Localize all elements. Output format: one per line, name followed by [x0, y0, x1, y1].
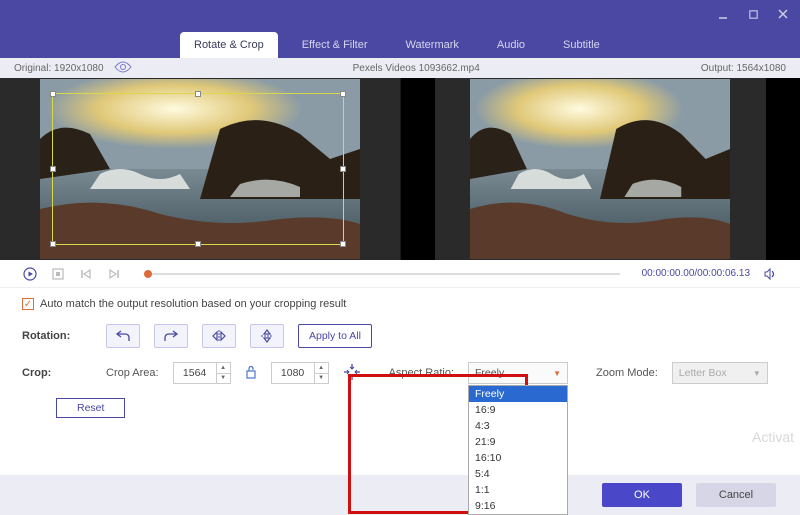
aspect-option-5-4[interactable]: 5:4 — [469, 466, 567, 482]
infobar: Original: 1920x1080 Pexels Videos 109366… — [0, 58, 800, 78]
reset-button[interactable]: Reset — [56, 398, 125, 418]
preview-eye-icon[interactable] — [114, 61, 132, 76]
titlebar — [0, 0, 800, 28]
play-button[interactable] — [22, 266, 38, 282]
aspect-option-21-9[interactable]: 21:9 — [469, 434, 567, 450]
flip-horizontal-button[interactable] — [202, 324, 236, 348]
stop-button[interactable] — [50, 266, 66, 282]
zoom-mode-label: Zoom Mode: — [596, 367, 658, 379]
rotate-left-button[interactable] — [106, 324, 140, 348]
aspect-option-16-10[interactable]: 16:10 — [469, 450, 567, 466]
preview-original[interactable] — [0, 78, 400, 260]
aspect-option-9-16[interactable]: 9:16 — [469, 498, 567, 514]
original-label: Original: 1920x1080 — [14, 63, 104, 74]
minimize-button[interactable] — [716, 7, 730, 21]
crop-width-up[interactable]: ▲ — [217, 363, 230, 374]
crop-label: Crop: — [22, 367, 92, 379]
tabs: Rotate & Crop Effect & Filter Watermark … — [0, 28, 800, 58]
filename: Pexels Videos 1093662.mp4 — [353, 63, 480, 74]
crop-area-label: Crop Area: — [106, 367, 159, 379]
crop-width-input[interactable]: 1564 ▲▼ — [173, 362, 231, 384]
tab-rotate-crop[interactable]: Rotate & Crop — [180, 32, 278, 58]
crop-height-down[interactable]: ▼ — [315, 374, 328, 384]
crop-height-up[interactable]: ▲ — [315, 363, 328, 374]
controls-panel: ✓ Auto match the output resolution based… — [0, 288, 800, 475]
windows-activation-watermark: Activat — [752, 429, 794, 445]
timecode: 00:00:00.00/00:00:06.13 — [642, 268, 750, 279]
auto-match-checkbox[interactable]: ✓ — [22, 298, 34, 310]
auto-match-label: Auto match the output resolution based o… — [40, 298, 346, 310]
aspect-option-freely[interactable]: Freely — [469, 386, 567, 402]
cancel-button[interactable]: Cancel — [696, 483, 776, 507]
ok-button[interactable]: OK — [602, 483, 682, 507]
tab-subtitle[interactable]: Subtitle — [549, 32, 614, 58]
footer: OK Cancel — [0, 475, 800, 515]
tab-effect-filter[interactable]: Effect & Filter — [288, 32, 382, 58]
aspect-ratio-select[interactable]: Freely▼ Freely 16:9 4:3 21:9 16:10 5:4 1… — [468, 362, 568, 384]
rotate-right-button[interactable] — [154, 324, 188, 348]
lock-aspect-icon[interactable] — [245, 365, 257, 382]
prev-frame-button[interactable] — [78, 266, 94, 282]
close-button[interactable] — [776, 7, 790, 21]
output-label: Output: 1564x1080 — [701, 63, 786, 74]
next-frame-button[interactable] — [106, 266, 122, 282]
preview-area — [0, 78, 800, 260]
playback-bar: 00:00:00.00/00:00:06.13 — [0, 260, 800, 288]
volume-icon[interactable] — [762, 266, 778, 282]
tab-audio[interactable]: Audio — [483, 32, 539, 58]
crop-rectangle[interactable] — [52, 93, 344, 245]
timeline[interactable] — [144, 273, 620, 275]
aspect-option-4-3[interactable]: 4:3 — [469, 418, 567, 434]
preview-output — [400, 78, 800, 260]
tab-watermark[interactable]: Watermark — [392, 32, 473, 58]
crop-width-down[interactable]: ▼ — [217, 374, 230, 384]
aspect-option-16-9[interactable]: 16:9 — [469, 402, 567, 418]
aspect-ratio-label: Aspect Ratio: — [389, 367, 454, 379]
crop-height-input[interactable]: 1080 ▲▼ — [271, 362, 329, 384]
center-crop-button[interactable] — [343, 363, 361, 384]
aspect-ratio-dropdown: Freely 16:9 4:3 21:9 16:10 5:4 1:1 9:16 — [468, 385, 568, 515]
aspect-option-1-1[interactable]: 1:1 — [469, 482, 567, 498]
playhead[interactable] — [144, 270, 152, 278]
rotation-label: Rotation: — [22, 330, 92, 342]
flip-vertical-button[interactable] — [250, 324, 284, 348]
apply-to-all-button[interactable]: Apply to All — [298, 324, 372, 348]
zoom-mode-select[interactable]: Letter Box▼ — [672, 362, 768, 384]
maximize-button[interactable] — [746, 7, 760, 21]
